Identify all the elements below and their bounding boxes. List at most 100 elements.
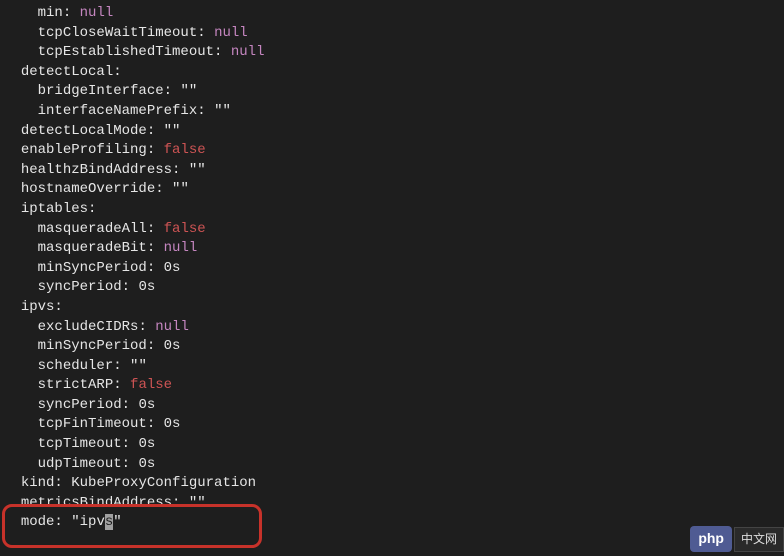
colon: : [147,221,155,237]
yaml-key: minSyncPeriod [38,260,147,276]
yaml-key: udpTimeout [38,456,122,472]
code-line: healthzBindAddress: "" [4,161,784,181]
colon: : [54,299,62,315]
colon: : [113,377,121,393]
yaml-value: null [155,319,189,335]
colon: : [147,338,155,354]
yaml-code-block: min: null tcpCloseWaitTimeout: null tcpE… [4,4,784,533]
yaml-key: tcpTimeout [38,436,122,452]
colon: : [54,475,62,491]
colon: : [147,123,155,139]
code-line: tcpFinTimeout: 0s [4,415,784,435]
code-line: tcpEstablishedTimeout: null [4,43,784,63]
yaml-key: minSyncPeriod [38,338,147,354]
colon: : [113,64,121,80]
yaml-value: null [214,25,248,41]
colon: : [113,358,121,374]
yaml-key: metricsBindAddress [21,495,172,511]
yaml-value: "" [130,358,147,374]
yaml-key: bridgeInterface [38,83,164,99]
colon: : [138,319,146,335]
text-cursor: s [105,514,113,530]
code-line: masqueradeAll: false [4,220,784,240]
yaml-key: mode [21,514,55,530]
yaml-value: false [164,142,206,158]
yaml-key: interfaceNamePrefix [38,103,198,119]
yaml-key: enableProfiling [21,142,147,158]
yaml-key: strictARP [38,377,114,393]
yaml-key: min [38,5,63,21]
yaml-value: 0s [164,260,181,276]
yaml-value: 0s [138,279,155,295]
yaml-key: tcpCloseWaitTimeout [38,25,198,41]
colon: : [88,201,96,217]
yaml-value: 0s [138,397,155,413]
code-line: tcpTimeout: 0s [4,435,784,455]
code-line: kind: KubeProxyConfiguration [4,474,784,494]
yaml-key: scheduler [38,358,114,374]
watermark-php-badge: php [690,526,732,552]
code-line: metricsBindAddress: "" [4,494,784,514]
colon: : [197,25,205,41]
code-line: iptables: [4,200,784,220]
yaml-key: ipvs [21,299,55,315]
yaml-value: " [113,514,121,530]
yaml-value: "" [214,103,231,119]
code-line: syncPeriod: 0s [4,396,784,416]
yaml-key: detectLocalMode [21,123,147,139]
yaml-key: tcpEstablishedTimeout [38,44,214,60]
yaml-key: masqueradeAll [38,221,147,237]
colon: : [122,279,130,295]
code-line: interfaceNamePrefix: "" [4,102,784,122]
yaml-value: "" [180,83,197,99]
yaml-key: masqueradeBit [38,240,147,256]
colon: : [155,181,163,197]
colon: : [214,44,222,60]
code-line: masqueradeBit: null [4,239,784,259]
code-line: min: null [4,4,784,24]
yaml-value: "" [164,123,181,139]
colon: : [147,416,155,432]
yaml-key: syncPeriod [38,279,122,295]
yaml-value: KubeProxyConfiguration [71,475,256,491]
watermark: php 中文网 [690,526,784,552]
watermark-cn-badge: 中文网 [734,527,784,552]
colon: : [164,83,172,99]
yaml-key: excludeCIDRs [38,319,139,335]
code-line: syncPeriod: 0s [4,278,784,298]
code-line: bridgeInterface: "" [4,82,784,102]
code-line: detectLocal: [4,63,784,83]
colon: : [122,436,130,452]
yaml-value: null [80,5,114,21]
colon: : [122,456,130,472]
yaml-value: "ipv [71,514,105,530]
colon: : [147,142,155,158]
code-line: udpTimeout: 0s [4,455,784,475]
yaml-key: iptables [21,201,88,217]
yaml-value: "" [189,162,206,178]
colon: : [197,103,205,119]
code-line: enableProfiling: false [4,141,784,161]
yaml-key: hostnameOverride [21,181,155,197]
colon: : [147,260,155,276]
code-line: minSyncPeriod: 0s [4,337,784,357]
yaml-value: null [164,240,198,256]
code-line: strictARP: false [4,376,784,396]
yaml-key: syncPeriod [38,397,122,413]
code-line: hostnameOverride: "" [4,180,784,200]
yaml-value: 0s [164,416,181,432]
yaml-key: detectLocal [21,64,113,80]
colon: : [54,514,62,530]
yaml-key: healthzBindAddress [21,162,172,178]
code-line: tcpCloseWaitTimeout: null [4,24,784,44]
yaml-value: null [231,44,265,60]
yaml-value: 0s [138,436,155,452]
colon: : [122,397,130,413]
code-line: mode: "ipvs" [4,513,784,533]
yaml-key: kind [21,475,55,491]
code-line: minSyncPeriod: 0s [4,259,784,279]
yaml-value: 0s [138,456,155,472]
yaml-value: "" [172,181,189,197]
code-line: detectLocalMode: "" [4,122,784,142]
code-line: scheduler: "" [4,357,784,377]
